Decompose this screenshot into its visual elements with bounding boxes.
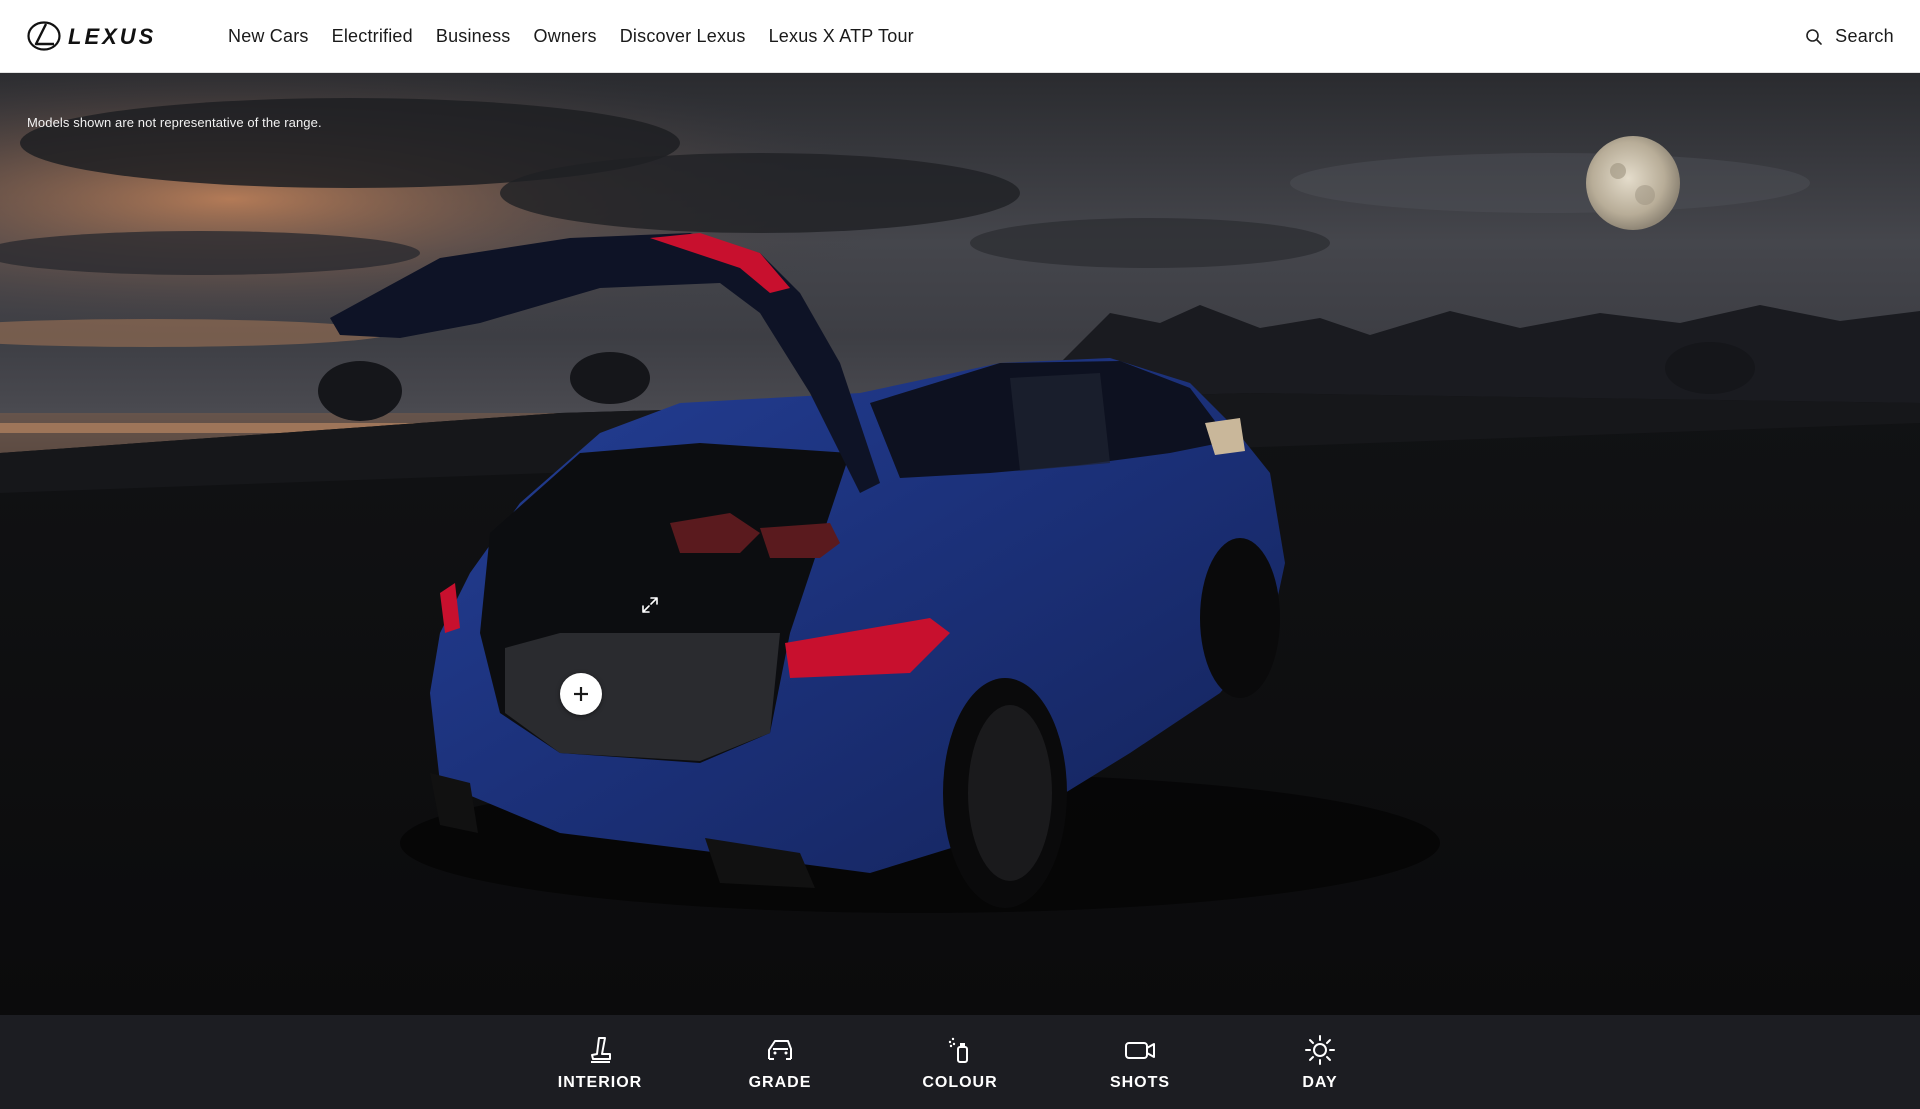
moon — [1586, 136, 1680, 230]
site-header: LEXUS New Cars Electrified Business Owne… — [0, 0, 1920, 73]
disclaimer-text: Models shown are not representative of t… — [27, 115, 322, 130]
search-icon — [1805, 28, 1823, 46]
video-camera-icon — [1123, 1033, 1157, 1067]
toolbar-day-button[interactable]: DAY — [1230, 1033, 1410, 1092]
car-icon — [763, 1033, 797, 1067]
hotspot-button[interactable] — [560, 673, 602, 715]
spray-can-icon — [943, 1033, 977, 1067]
sun-icon — [1303, 1033, 1337, 1067]
nav-item-electrified[interactable]: Electrified — [332, 26, 413, 47]
toolbar-interior-button[interactable]: INTERIOR — [510, 1033, 690, 1092]
vehicle-viewer[interactable]: Models shown are not representative of t… — [0, 73, 1920, 1015]
nav-item-new-cars[interactable]: New Cars — [228, 26, 309, 47]
toolbar-shots-button[interactable]: SHOTS — [1050, 1033, 1230, 1092]
toolbar-grade-button[interactable]: GRADE — [690, 1033, 870, 1092]
expand-icon[interactable] — [640, 595, 660, 615]
lexus-logo[interactable]: LEXUS — [27, 20, 185, 52]
scene-render — [0, 73, 1920, 1015]
toolbar-grade-label: GRADE — [748, 1073, 812, 1091]
toolbar-shots-label: SHOTS — [1109, 1073, 1171, 1091]
toolbar-interior-label: INTERIOR — [557, 1073, 643, 1091]
seat-icon — [583, 1033, 617, 1067]
search-label: Search — [1835, 26, 1894, 46]
toolbar-day-label: DAY — [1302, 1073, 1338, 1091]
lexus-logo-icon: LEXUS — [27, 21, 156, 51]
nav-item-discover-lexus[interactable]: Discover Lexus — [620, 26, 746, 47]
toolbar-colour-label: COLOUR — [922, 1073, 998, 1091]
plus-icon — [574, 687, 588, 701]
main-nav: New Cars Electrified Business Owners Dis… — [228, 0, 937, 73]
brand-wordmark: LEXUS — [68, 24, 156, 49]
nav-item-owners[interactable]: Owners — [534, 26, 597, 47]
nav-item-lexus-atp-tour[interactable]: Lexus X ATP Tour — [769, 26, 914, 47]
search-button[interactable]: Search — [1805, 0, 1894, 73]
toolbar-colour-button[interactable]: COLOUR — [870, 1033, 1050, 1092]
viewer-toolbar: INTERIOR GRADE COLOUR SHOTS DAY — [0, 1015, 1920, 1109]
nav-item-business[interactable]: Business — [436, 26, 511, 47]
